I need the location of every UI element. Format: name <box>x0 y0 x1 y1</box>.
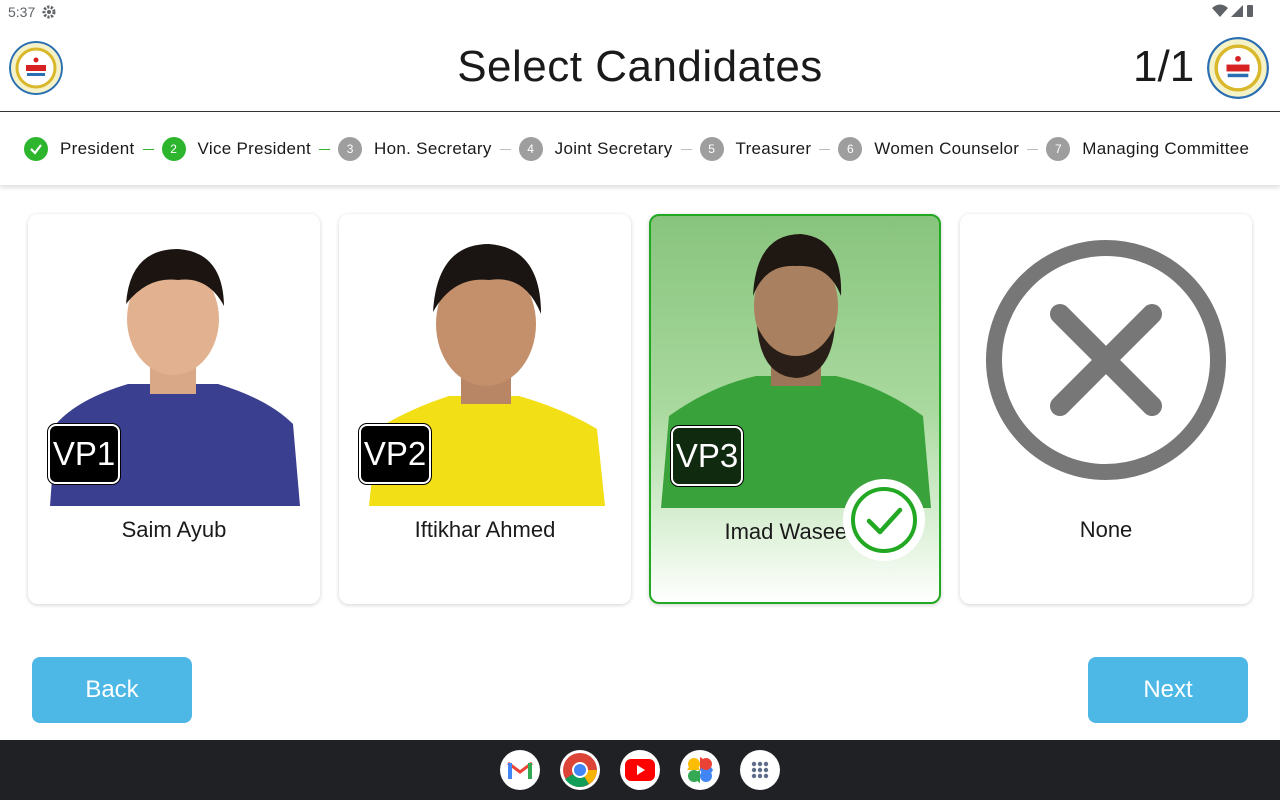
check-icon <box>24 137 48 161</box>
candidate-name: Iftikhar Ahmed <box>414 517 556 542</box>
step-connector <box>680 148 692 150</box>
step-label: Managing Committee <box>1082 139 1250 158</box>
step-joint-secretary[interactable]: 4 Joint Secretary <box>518 137 673 161</box>
step-number: 7 <box>1046 137 1071 161</box>
position-stepper: President 2 Vice President 3 Hon. Secret… <box>0 113 1280 185</box>
gmail-icon[interactable] <box>500 750 540 790</box>
step-number: 5 <box>699 137 724 161</box>
step-connector <box>499 148 511 150</box>
app-drawer-icon[interactable] <box>740 750 780 790</box>
youtube-icon[interactable] <box>620 750 660 790</box>
candidate-card-none[interactable]: None <box>960 214 1252 604</box>
candidate-name: Saim Ayub <box>121 517 227 542</box>
step-connector <box>142 148 154 150</box>
step-hon-secretary[interactable]: 3 Hon. Secretary <box>338 137 492 161</box>
settings-gear-icon <box>42 5 56 19</box>
step-label: Women Counselor <box>874 139 1020 158</box>
wifi-icon <box>1212 4 1228 17</box>
photos-icon[interactable] <box>680 750 720 790</box>
step-women-counselor[interactable]: 6 Women Counselor <box>838 137 1019 161</box>
selected-check-icon <box>843 479 925 561</box>
step-number: 3 <box>338 137 363 161</box>
candidate-card[interactable]: VP1 Saim Ayub <box>28 214 320 604</box>
status-bar: 5:37 <box>0 0 1280 24</box>
candidate-card[interactable]: VP2 Iftikhar Ahmed <box>339 214 631 604</box>
system-icons <box>1212 4 1254 18</box>
next-button[interactable]: Next <box>1088 657 1248 723</box>
app-dock <box>0 740 1280 800</box>
header: Select Candidates 1/1 <box>0 24 1280 112</box>
page-title: Select Candidates <box>457 42 823 91</box>
step-label: Joint Secretary <box>554 139 673 158</box>
candidate-code-badge: VP1 <box>48 424 120 484</box>
chrome-icon[interactable] <box>560 750 600 790</box>
candidate-code-badge: VP2 <box>359 424 431 484</box>
candidate-code-badge: VP3 <box>671 426 743 486</box>
step-managing-committee[interactable]: 7 Managing Committee <box>1046 137 1249 161</box>
step-label: President <box>60 139 135 158</box>
step-treasurer[interactable]: 5 Treasurer <box>699 137 812 161</box>
none-x-icon <box>986 240 1226 480</box>
step-connector <box>1027 148 1039 150</box>
page-counter: 1/1 <box>1133 42 1195 91</box>
step-president[interactable]: President <box>24 137 135 161</box>
candidate-card-selected[interactable]: VP3 Imad Waseem <box>649 214 941 604</box>
candidate-name: None <box>1079 517 1133 542</box>
organization-logo-right <box>1207 37 1269 99</box>
step-number: 4 <box>518 137 543 161</box>
battery-icon <box>1247 5 1253 17</box>
signal-icon <box>1231 5 1243 17</box>
back-button[interactable]: Back <box>32 657 192 723</box>
step-number: 2 <box>161 137 186 161</box>
step-connector <box>819 148 831 150</box>
step-vice-president[interactable]: 2 Vice President <box>161 137 312 161</box>
status-time: 5:37 <box>8 4 36 20</box>
step-number: 6 <box>838 137 863 161</box>
step-label: Vice President <box>197 139 312 158</box>
step-label: Hon. Secretary <box>374 139 492 158</box>
step-connector <box>319 148 331 150</box>
step-label: Treasurer <box>735 139 812 158</box>
